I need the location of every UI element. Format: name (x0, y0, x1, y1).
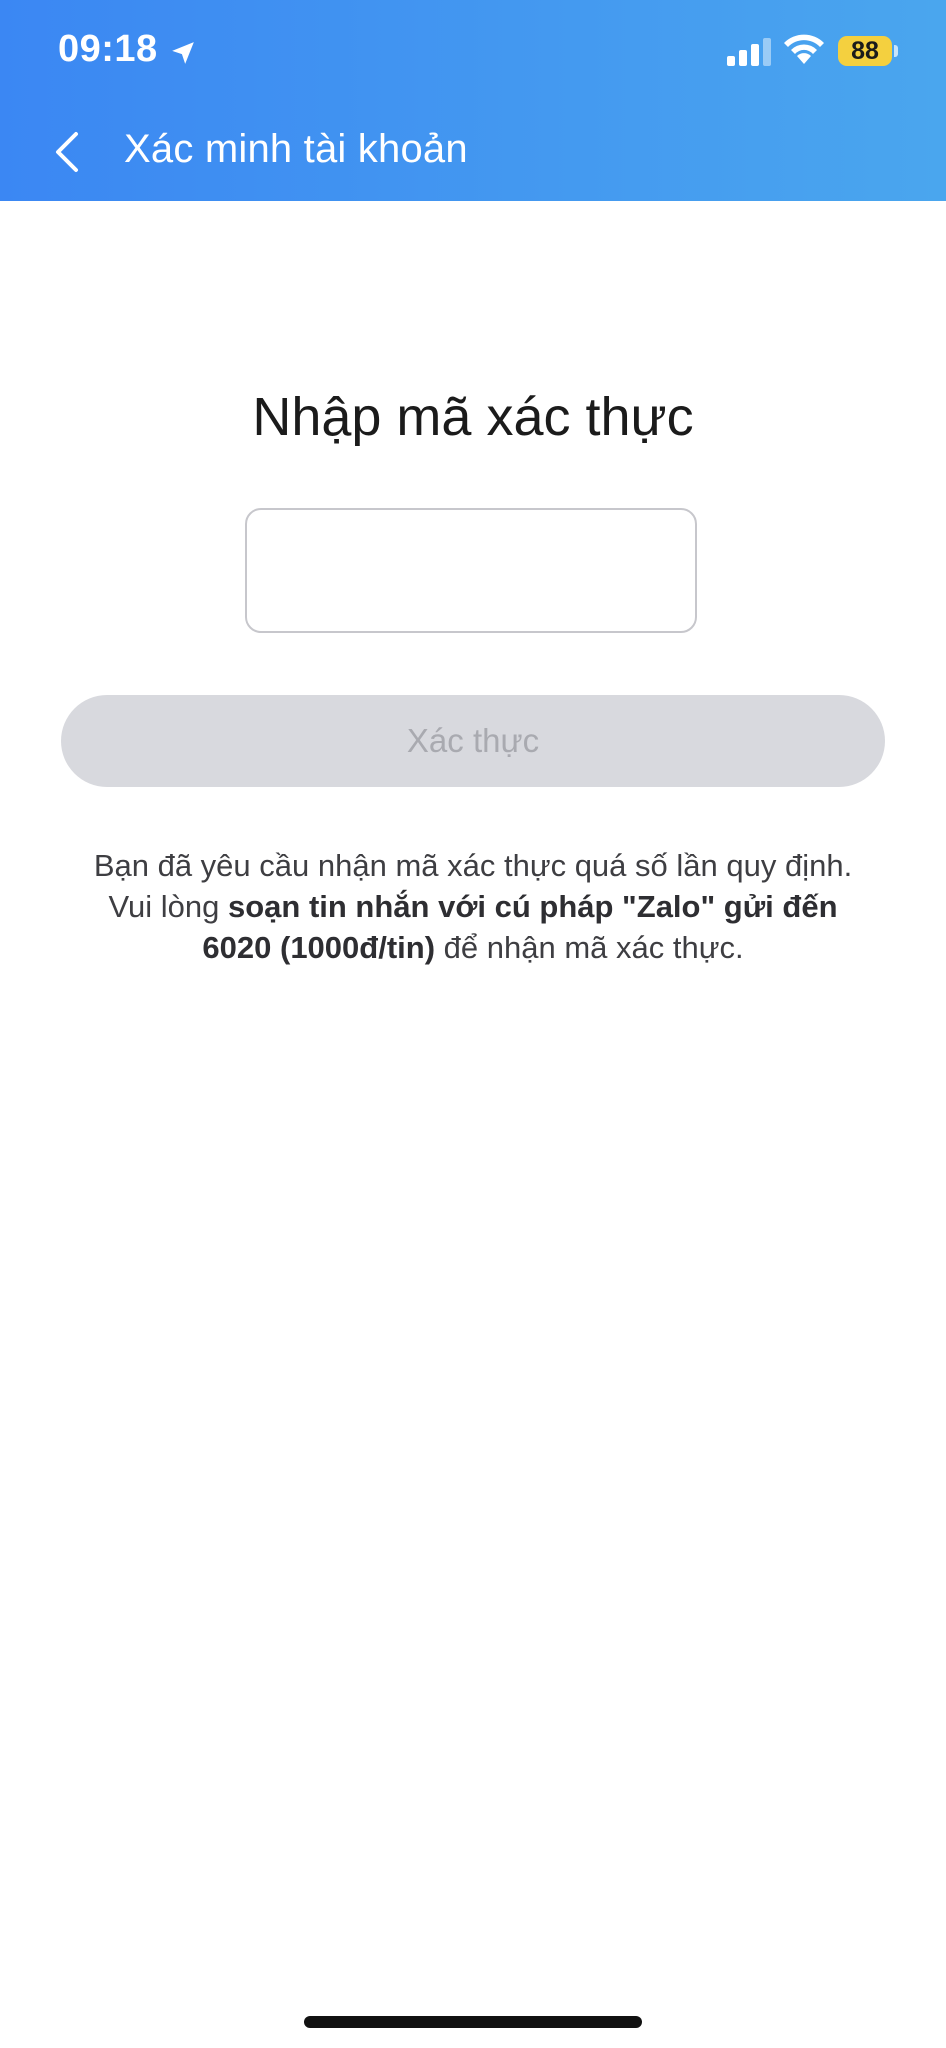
notice-line2-bold: soạn tin nhắn với cú pháp "Zalo" gửi đến (227, 889, 838, 924)
cellular-signal-icon (727, 38, 771, 66)
chevron-left-icon[interactable] (44, 124, 88, 180)
header-title: Xác minh tài khoản (124, 127, 468, 171)
status-time: 09:18 (58, 28, 158, 70)
notice-line3-suffix: để nhận mã xác thực. (435, 930, 744, 965)
verify-button[interactable]: Xác thực (61, 695, 885, 787)
verification-code-input[interactable] (245, 508, 697, 633)
home-indicator[interactable] (304, 2016, 642, 2028)
battery-tip (894, 45, 898, 57)
battery-icon: 88 (838, 36, 892, 66)
notice-line2-prefix: Vui lòng (108, 889, 228, 924)
verify-button-label: Xác thực (406, 722, 540, 759)
page-title: Nhập mã xác thực (252, 387, 694, 447)
location-arrow-icon (172, 42, 194, 64)
notice-text: Bạn đã yêu cầu nhận mã xác thực quá số l… (40, 845, 906, 968)
battery-level: 88 (851, 36, 879, 65)
notice-line1: Bạn đã yêu cầu nhận mã xác thực quá số l… (93, 848, 853, 883)
wifi-icon (784, 34, 824, 64)
app-header: 09:18 88 Xác minh tài khoản (0, 0, 946, 201)
notice-line3-bold: 6020 (1000đ/tin) (202, 930, 436, 965)
